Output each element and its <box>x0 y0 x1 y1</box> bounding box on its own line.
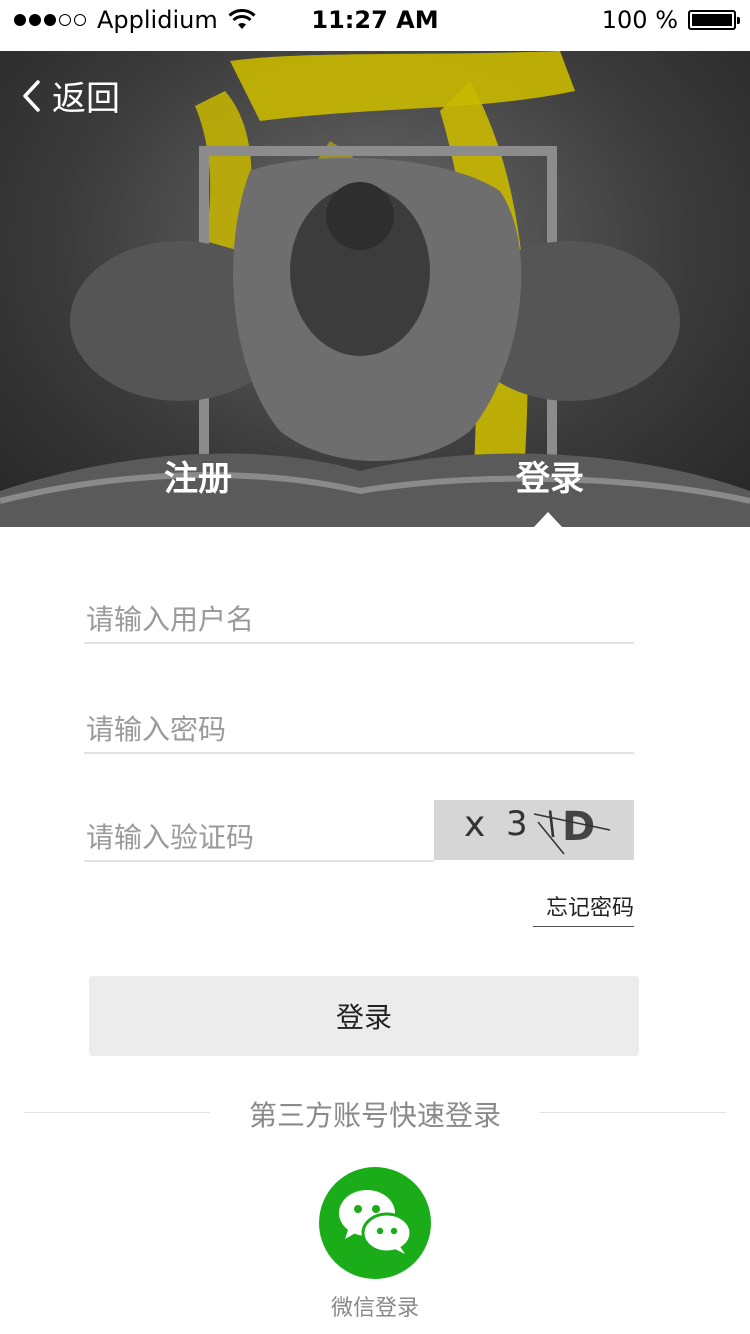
login-button[interactable]: 登录 <box>89 976 639 1056</box>
username-field <box>84 592 634 644</box>
captcha-image[interactable]: x 3 \ D <box>434 800 634 860</box>
status-right: 100 % <box>601 4 740 36</box>
wechat-login-button[interactable] <box>319 1167 431 1279</box>
back-label: 返回 <box>52 79 120 119</box>
status-left: Applidium <box>14 4 256 36</box>
tab-login[interactable]: 登录 <box>516 451 584 500</box>
battery-percent: 100 % <box>601 6 678 34</box>
captcha-field <box>84 810 434 862</box>
status-bar: Applidium 11:27 AM 100 % <box>0 0 750 40</box>
username-input[interactable] <box>86 603 609 636</box>
wechat-login-label[interactable]: 微信登录 <box>0 1290 750 1322</box>
password-field <box>84 702 634 754</box>
yoga-hero-image <box>0 51 750 527</box>
active-tab-indicator <box>534 512 562 527</box>
signal-strength-icon <box>14 14 89 26</box>
wifi-icon <box>228 9 256 29</box>
divider-right <box>540 1112 726 1113</box>
forgot-password-link[interactable]: 忘记密码 <box>533 890 634 927</box>
hero-banner: 返回 注册 登录 <box>0 51 750 527</box>
tab-register[interactable]: 注册 <box>164 451 232 500</box>
captcha-noise-lines <box>533 813 611 855</box>
carrier-name: Applidium <box>97 6 218 34</box>
wechat-icon <box>339 1190 413 1254</box>
captcha-input[interactable] <box>86 821 419 854</box>
third-party-title: 第三方账号快速登录 <box>248 1099 501 1132</box>
battery-icon <box>688 10 740 30</box>
chevron-left-icon <box>23 79 40 112</box>
password-input[interactable] <box>86 713 609 746</box>
back-button[interactable]: 返回 <box>20 71 120 120</box>
